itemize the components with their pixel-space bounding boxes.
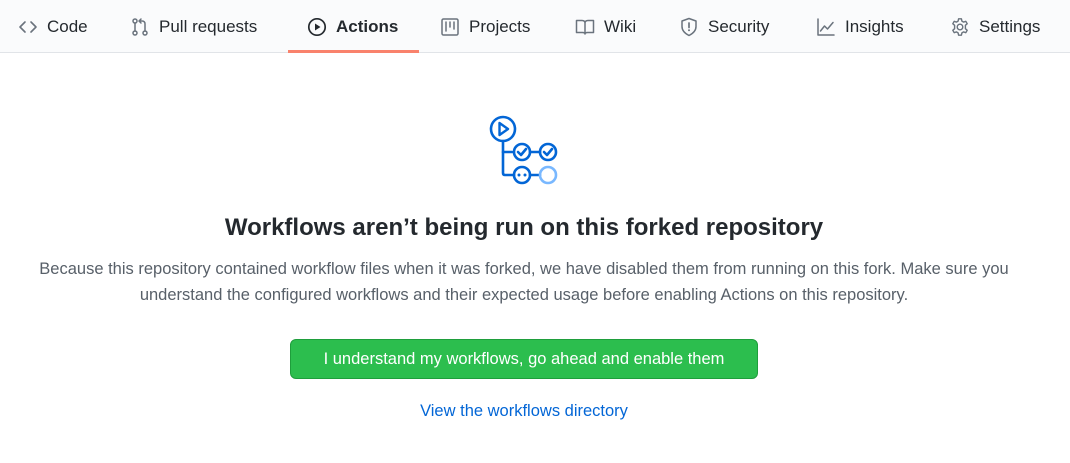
- code-icon: [18, 17, 38, 37]
- tab-security[interactable]: Security: [679, 0, 769, 53]
- graph-icon: [816, 17, 836, 37]
- tab-label: Projects: [469, 16, 531, 36]
- shield-icon: [679, 17, 699, 37]
- active-tab-indicator: [288, 50, 419, 53]
- tab-label: Settings: [979, 16, 1041, 36]
- tab-code[interactable]: Code: [18, 0, 88, 53]
- description-text: Because this repository contained workfl…: [39, 260, 1009, 304]
- enable-actions-button[interactable]: I understand my workflows, go ahead and …: [290, 339, 758, 379]
- workflow-icon: [486, 114, 562, 188]
- gear-icon: [950, 17, 970, 37]
- book-icon: [575, 17, 595, 37]
- tab-label: Code: [47, 16, 88, 36]
- tab-settings[interactable]: Settings: [950, 0, 1040, 53]
- tab-label: Actions: [336, 16, 399, 36]
- tab-projects[interactable]: Projects: [440, 0, 530, 53]
- tab-label: Pull requests: [159, 16, 258, 36]
- page-title: Workflows aren’t being run on this forke…: [224, 214, 824, 241]
- tab-label: Wiki: [604, 16, 637, 36]
- tab-insights[interactable]: Insights: [816, 0, 904, 53]
- tab-label: Security: [708, 16, 770, 36]
- play-icon: [307, 17, 327, 37]
- workflows-directory-link[interactable]: View the workflows directory: [0, 402, 1048, 421]
- project-icon: [440, 17, 460, 37]
- tab-pull-requests[interactable]: Pull requests: [130, 0, 257, 53]
- pull-request-icon: [130, 17, 150, 37]
- tab-actions[interactable]: Actions: [307, 0, 398, 53]
- repo-nav-tabs: Code Pull requests Actions Projects Wiki…: [0, 0, 1070, 53]
- tab-wiki[interactable]: Wiki: [575, 0, 636, 53]
- tab-label: Insights: [845, 16, 904, 36]
